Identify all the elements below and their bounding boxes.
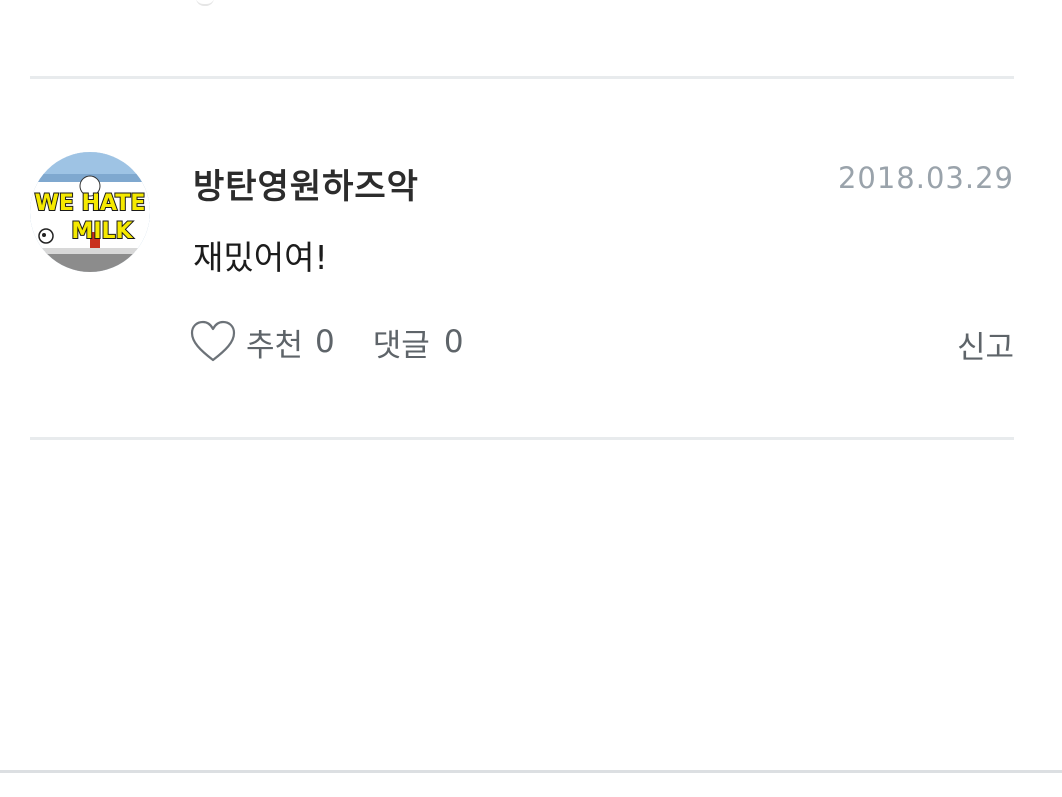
divider-bottom (30, 437, 1014, 440)
like-count: 0 (315, 324, 335, 360)
reply-count: 0 (443, 324, 464, 360)
comment-text: 재밌어여! (193, 238, 328, 277)
heart-icon (190, 320, 236, 362)
comment-date: 2018.03.29 (837, 161, 1014, 195)
comment-item: WE HATE MILK 방탄영원하즈악 2018.03.29 재밌어여! 추천… (0, 79, 1062, 437)
comment-page: WE HATE MILK 방탄영원하즈악 2018.03.29 재밌어여! 추천… (0, 0, 1062, 797)
comment-username[interactable]: 방탄영원하즈악 (193, 159, 419, 208)
footer-divider (0, 770, 1062, 773)
like-button[interactable]: 추천 0 (190, 320, 373, 365)
like-label: 추천 (246, 327, 304, 364)
reply-label: 댓글 (372, 327, 430, 364)
previous-item-fragment (196, 0, 214, 6)
report-button[interactable]: 신고 (957, 322, 1014, 367)
comment-actions: 추천 0 댓글 0 (190, 319, 464, 365)
avatar[interactable]: WE HATE MILK (30, 152, 150, 272)
svg-text:WE HATE: WE HATE (35, 191, 146, 216)
avatar-image: WE HATE MILK (30, 152, 150, 272)
reply-button[interactable]: 댓글 0 (373, 320, 464, 365)
svg-text:MILK: MILK (71, 219, 133, 244)
